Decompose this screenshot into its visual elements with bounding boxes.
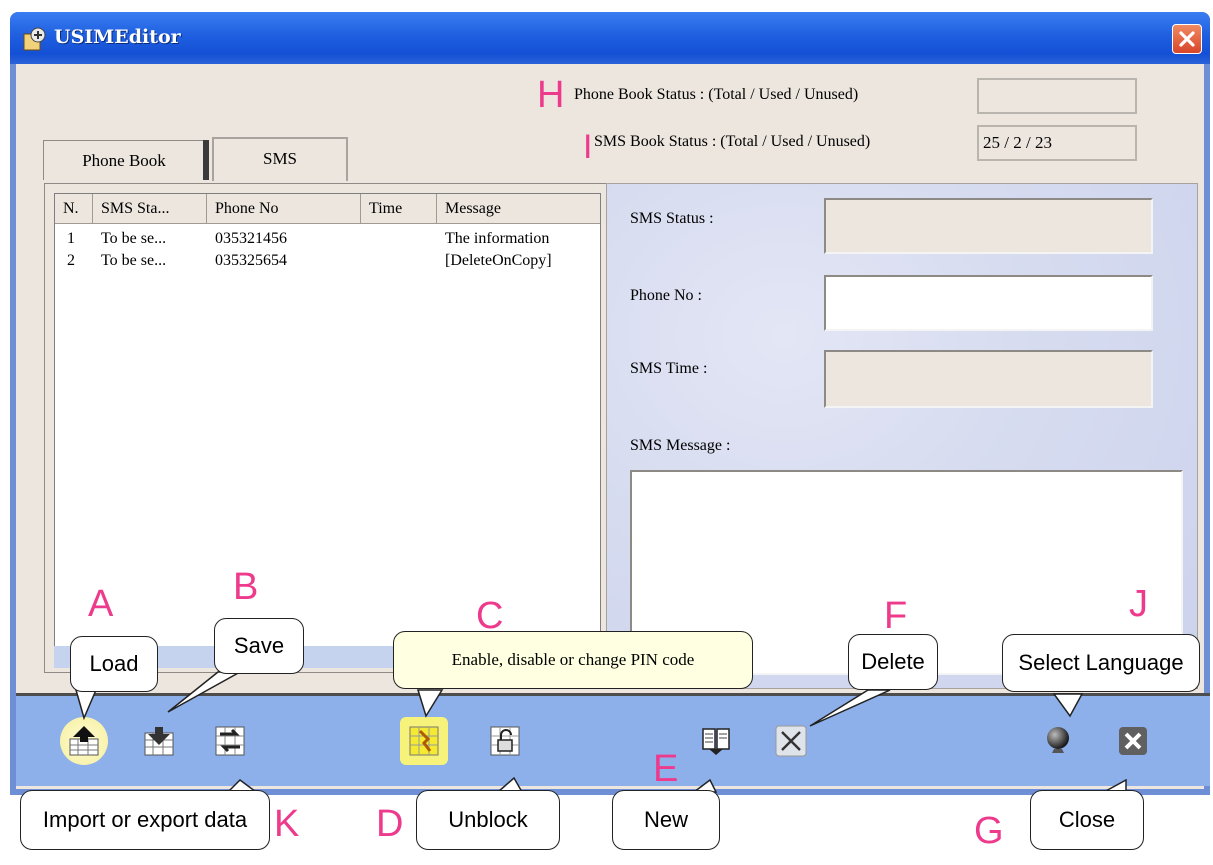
- delete-callout: Delete: [848, 634, 938, 690]
- annotation-letter-j: J: [1129, 583, 1148, 625]
- annotation-letter-e: E: [653, 748, 679, 790]
- new-callout: New: [612, 790, 720, 850]
- annotation-letter-i: I: [583, 128, 593, 166]
- annotation-letter-h: H: [537, 74, 565, 116]
- annotation-letter-d: D: [376, 803, 404, 845]
- annotation-letter-c: C: [476, 595, 504, 637]
- unblock-callout: Unblock: [416, 790, 560, 850]
- annotation-letter-k: K: [274, 803, 300, 845]
- language-pointer: [1052, 693, 1084, 718]
- callout-pointers: [75, 671, 1127, 793]
- annotation-letter-f: F: [884, 595, 908, 637]
- load-pointer: [75, 689, 98, 721]
- select-language-callout: Select Language: [1002, 634, 1200, 692]
- delete-pointer: [809, 689, 891, 727]
- load-callout: Load: [70, 636, 158, 692]
- annotation-letter-g: G: [974, 810, 1004, 852]
- pin-code-callout: Enable, disable or change PIN code: [393, 631, 753, 689]
- pin-pointer: [416, 689, 444, 718]
- import-export-callout: Import or export data: [20, 790, 270, 850]
- close-callout: Close: [1030, 790, 1144, 850]
- annotation-letter-b: B: [233, 566, 259, 608]
- save-callout: Save: [214, 618, 304, 674]
- save-pointer: [167, 671, 243, 713]
- annotation-letter-a: A: [88, 583, 114, 625]
